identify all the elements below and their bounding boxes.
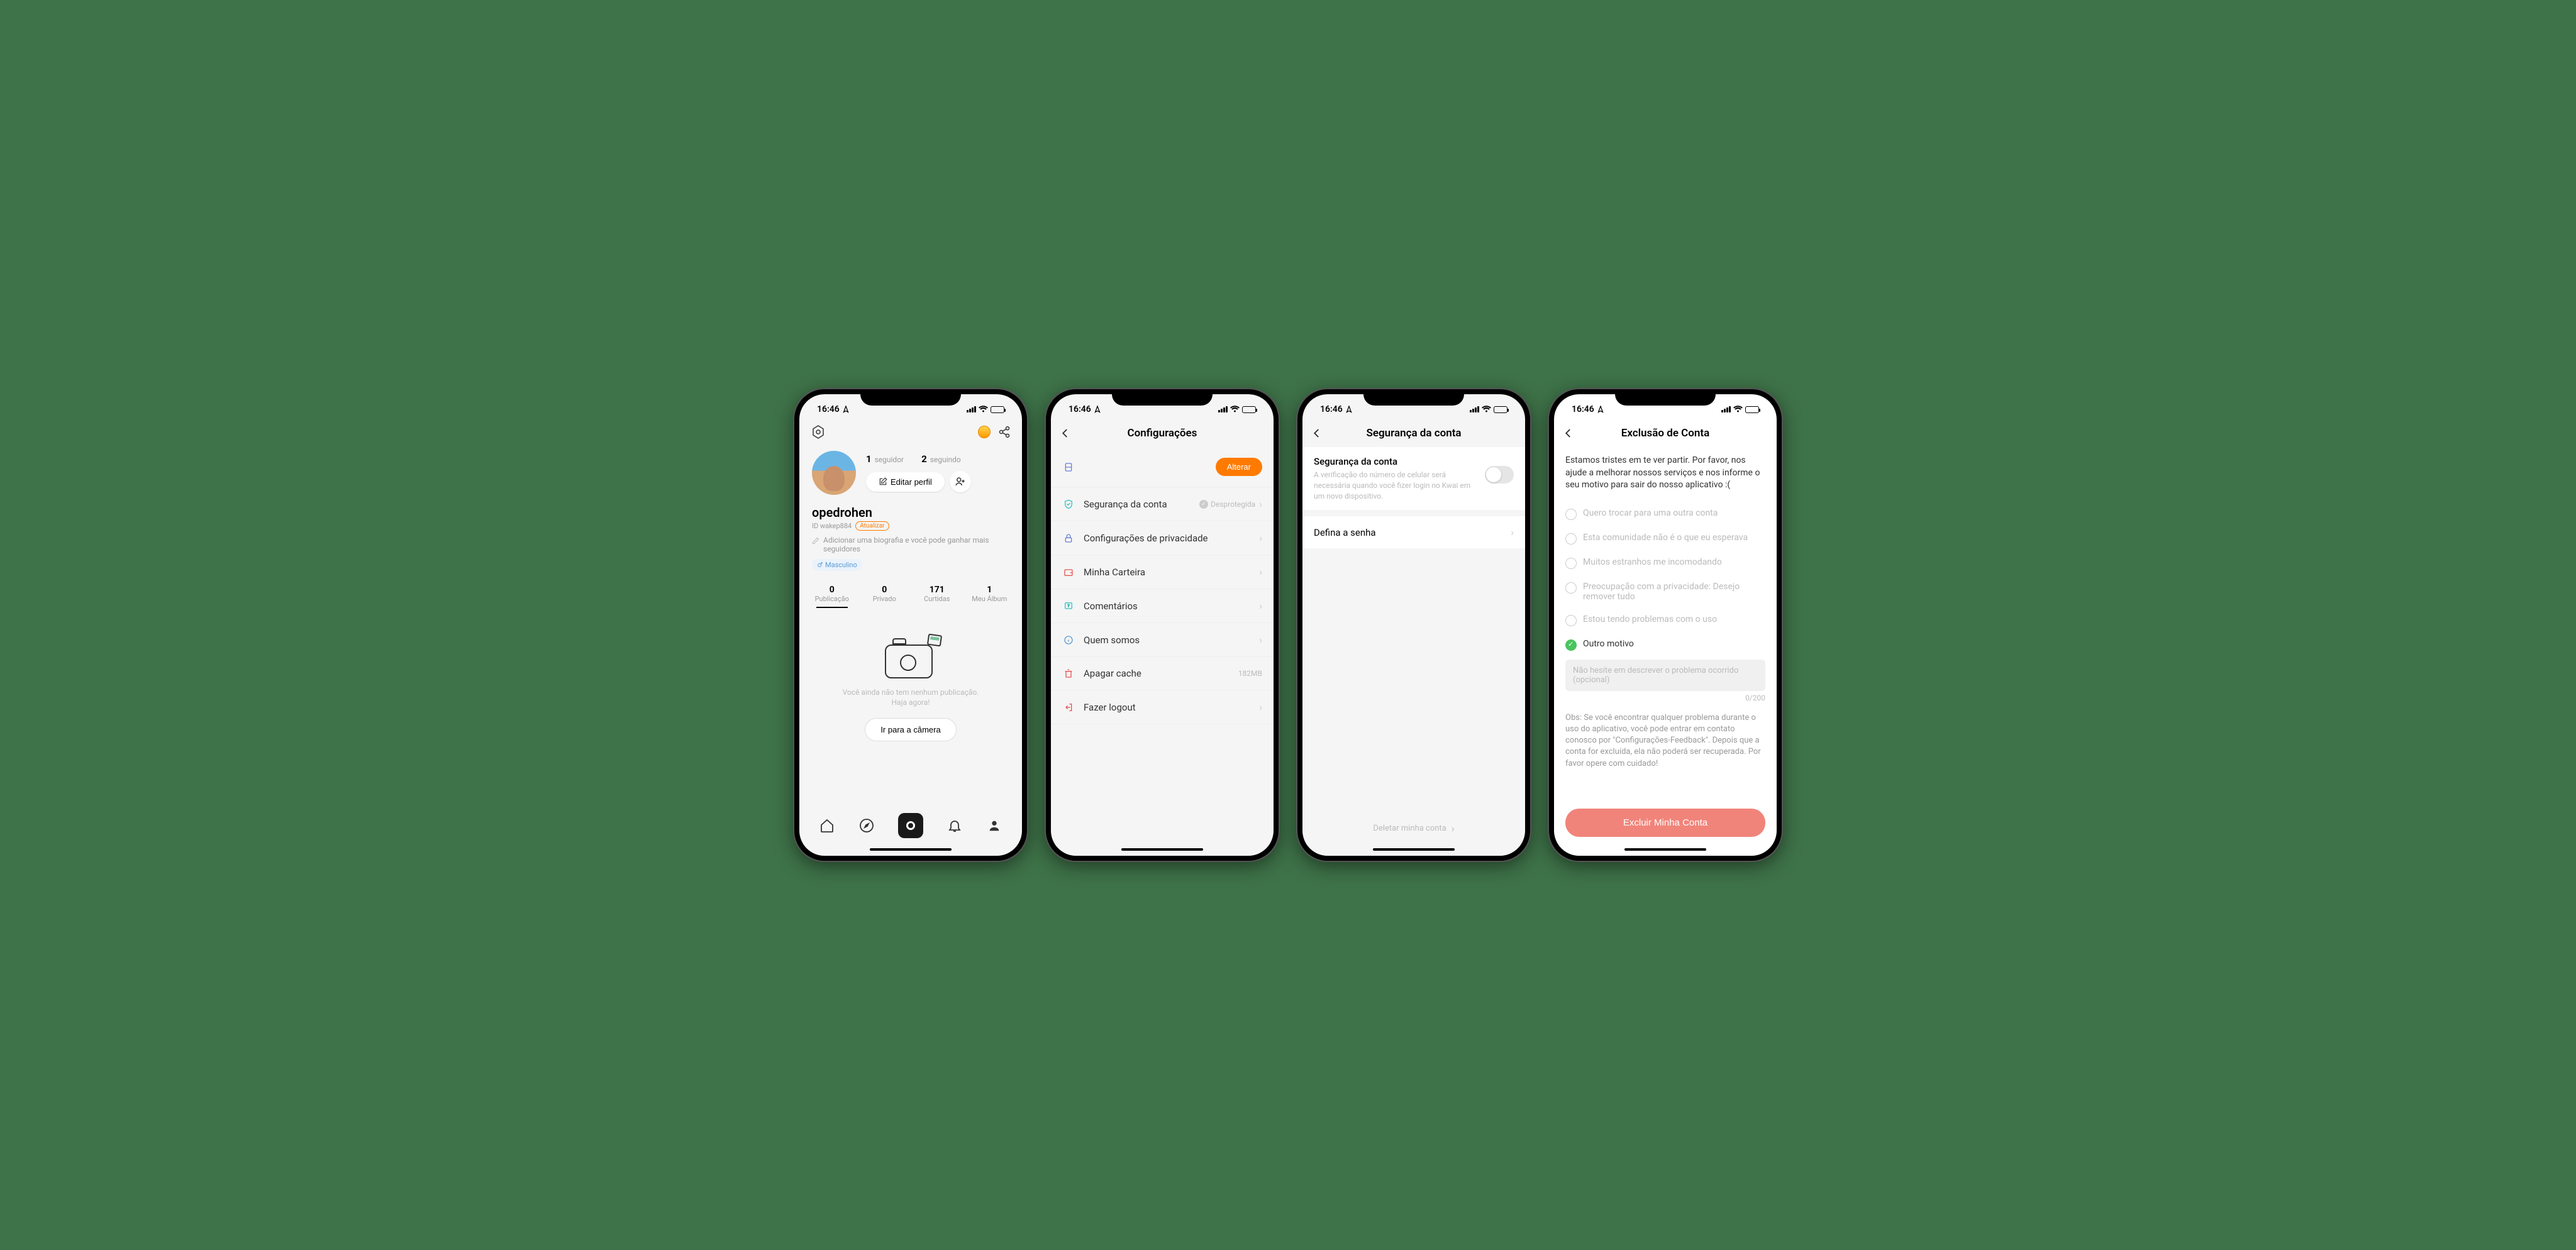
status-time: 16:46 xyxy=(817,404,840,414)
set-password-row[interactable]: Defina a senha › xyxy=(1302,516,1525,548)
page-title: Configurações xyxy=(1077,427,1247,440)
empty-text: Você ainda não tem nenhum publicação. Ha… xyxy=(812,687,1009,709)
nav-home-icon[interactable] xyxy=(818,817,836,834)
trash-icon xyxy=(1062,668,1075,678)
wifi-icon xyxy=(979,406,988,413)
alter-button[interactable]: Alterar xyxy=(1216,458,1262,476)
nav-discover-icon[interactable] xyxy=(858,817,875,834)
delete-account-button[interactable]: Excluir Minha Conta xyxy=(1565,809,1765,837)
nav-notifications-icon[interactable] xyxy=(946,817,963,834)
update-badge[interactable]: Atualizar xyxy=(855,521,889,531)
about-row[interactable]: Quem somos › xyxy=(1051,623,1274,657)
nav-camera-button[interactable] xyxy=(898,813,923,838)
wallet-row[interactable]: Minha Carteira › xyxy=(1051,555,1274,589)
delete-account-link[interactable]: Deletar minha conta› xyxy=(1302,822,1525,834)
page-title: Segurança da conta xyxy=(1329,427,1499,440)
back-button[interactable] xyxy=(1311,428,1329,439)
reason-privacy[interactable]: Preocupação com a privacidade: Desejo re… xyxy=(1565,575,1765,608)
char-count: 0/200 xyxy=(1565,694,1765,702)
reason-textarea[interactable]: Não hesite em descrever o problema ocorr… xyxy=(1565,660,1765,691)
shield-icon xyxy=(1062,499,1075,509)
back-button[interactable] xyxy=(1563,428,1580,439)
comment-icon: ? xyxy=(1062,601,1075,611)
security-row[interactable]: Segurança da conta ✓Desprotegida › xyxy=(1051,487,1274,521)
settings-gear-icon[interactable] xyxy=(811,424,826,440)
back-button[interactable] xyxy=(1060,428,1077,439)
battery-icon xyxy=(991,406,1004,413)
following-stat[interactable]: 2 seguindo xyxy=(921,453,961,465)
security-section-desc: A verificação do número de celular será … xyxy=(1302,470,1525,510)
user-id: ID wakep884 xyxy=(812,522,852,530)
tab-private[interactable]: 0Privado xyxy=(858,585,911,603)
privacy-row[interactable]: Configurações de privacidade › xyxy=(1051,521,1274,555)
comments-row[interactable]: ? Comentários › xyxy=(1051,589,1274,623)
wallet-icon xyxy=(1062,567,1075,577)
bio-hint[interactable]: Adicionar uma biografia e você pode ganh… xyxy=(799,531,1022,558)
tab-album[interactable]: 1Meu Álbum xyxy=(963,585,1016,603)
reason-switch-account[interactable]: Quero trocar para uma outra conta xyxy=(1565,502,1765,526)
security-toggle[interactable] xyxy=(1485,466,1514,484)
reason-other[interactable]: Outro motivo xyxy=(1565,633,1765,657)
logout-row[interactable]: Fazer logout › xyxy=(1051,690,1274,724)
reason-problems[interactable]: Estou tendo problemas com o uso xyxy=(1565,608,1765,633)
logout-icon xyxy=(1062,702,1075,712)
tab-likes[interactable]: 171Curtidas xyxy=(911,585,963,603)
delete-intro: Estamos tristes em te ver partir. Por fa… xyxy=(1565,455,1765,492)
lock-icon xyxy=(1062,533,1075,543)
info-icon xyxy=(1062,635,1075,645)
coin-icon[interactable] xyxy=(978,426,991,438)
gender-badge: Masculino xyxy=(812,559,862,571)
profile-icon xyxy=(1062,462,1075,472)
tab-posts[interactable]: 0Publicação xyxy=(806,585,858,603)
cache-row[interactable]: Apagar cache 182MB xyxy=(1051,657,1274,690)
go-to-camera-button[interactable]: Ir para a câmera xyxy=(865,718,956,741)
page-title: Exclusão de Conta xyxy=(1580,427,1750,440)
profile-row[interactable]: Alterar xyxy=(1051,447,1274,487)
share-icon[interactable] xyxy=(998,426,1011,438)
obs-text: Obs: Se você encontrar qualquer problema… xyxy=(1565,712,1765,770)
signal-icon xyxy=(967,406,976,412)
username: opedrohen xyxy=(799,501,1022,521)
reason-strangers[interactable]: Muitos estranhos me incomodando xyxy=(1565,551,1765,575)
camera-illustration xyxy=(882,634,939,678)
nav-profile-icon[interactable] xyxy=(985,817,1003,834)
svg-text:?: ? xyxy=(1067,603,1069,608)
followers-stat[interactable]: 1 seguidor xyxy=(866,453,904,465)
add-friend-button[interactable] xyxy=(950,471,971,492)
edit-profile-button[interactable]: Editar perfil xyxy=(866,472,945,492)
reason-community[interactable]: Esta comunidade não é o que eu esperava xyxy=(1565,526,1765,551)
avatar[interactable] xyxy=(812,451,856,495)
